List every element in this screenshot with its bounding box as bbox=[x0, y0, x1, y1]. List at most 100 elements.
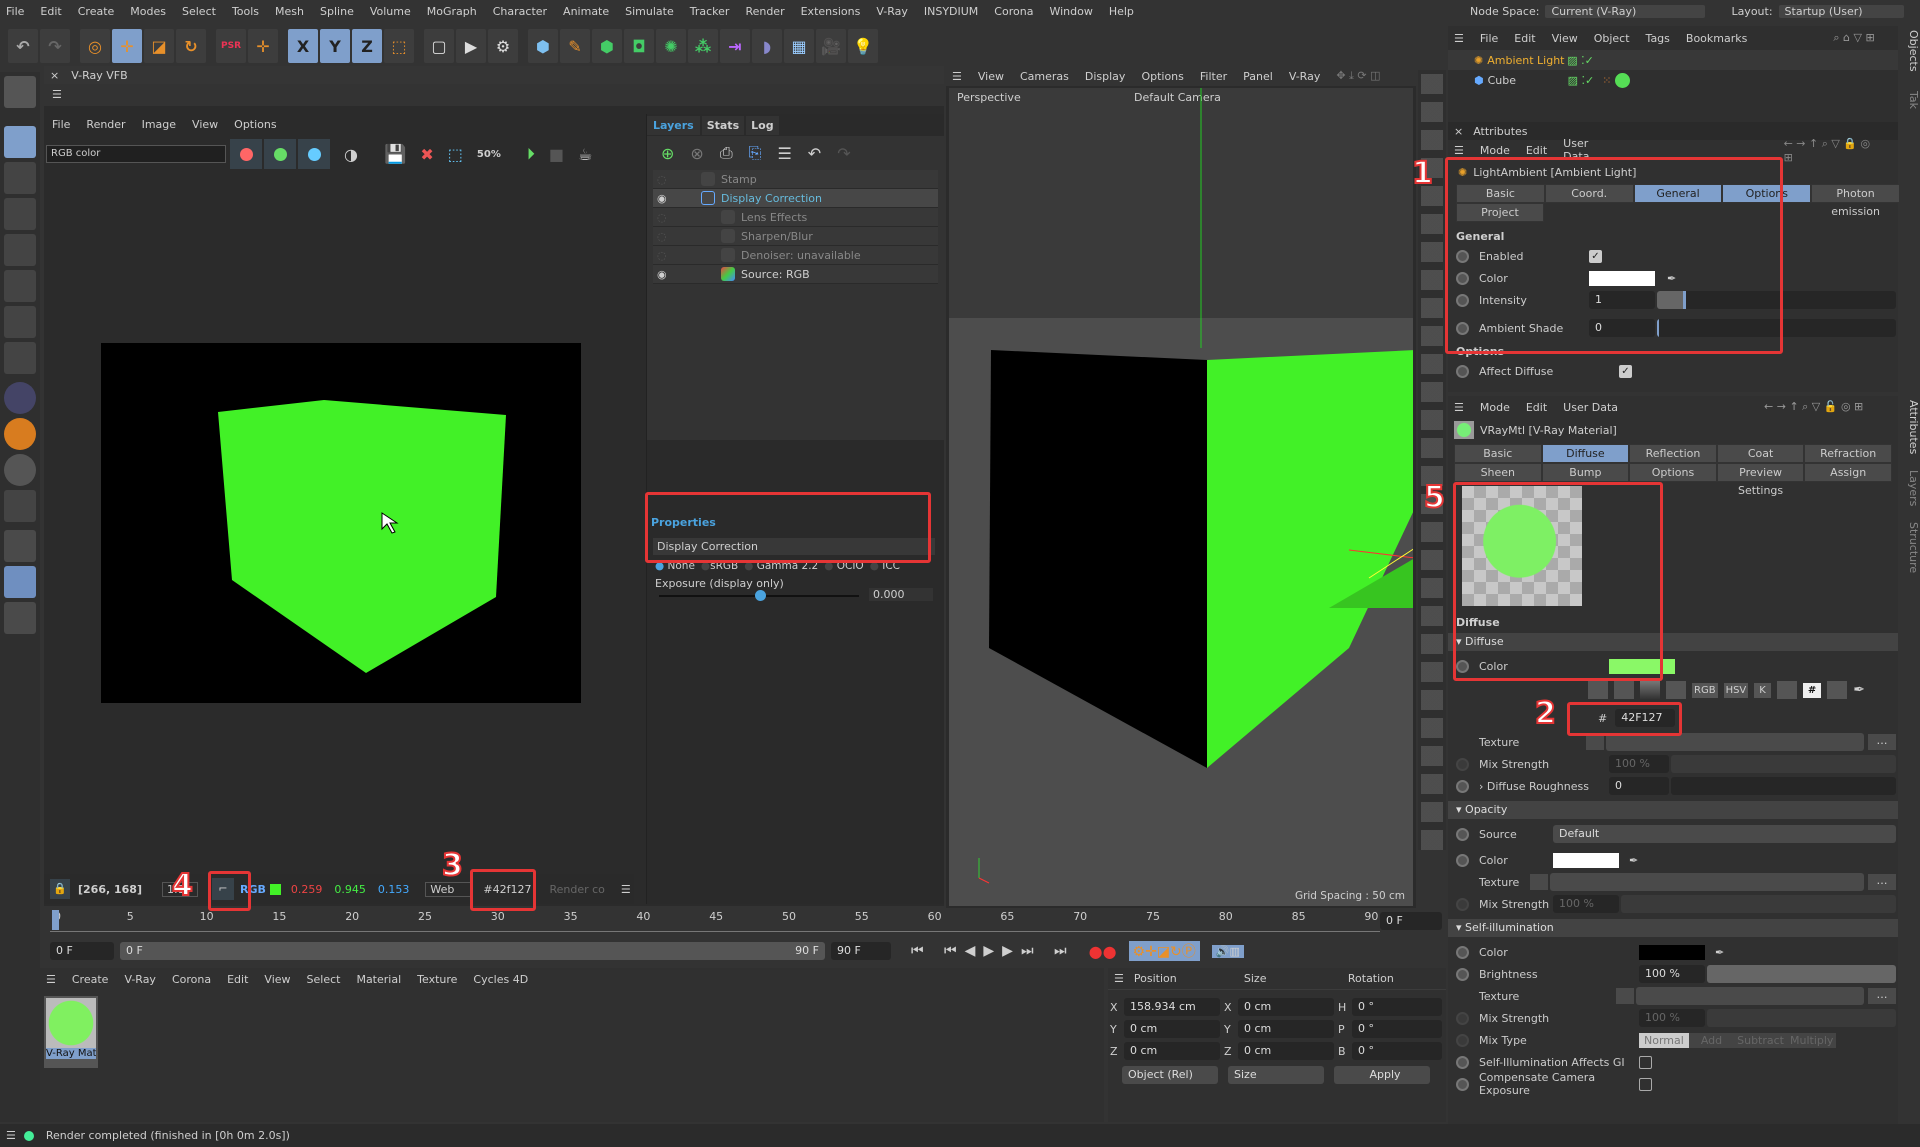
texture-dropdown[interactable] bbox=[1530, 874, 1548, 890]
mat-menu-create[interactable]: Create bbox=[72, 973, 109, 986]
size-mode-select[interactable]: Size bbox=[1228, 1066, 1324, 1084]
group-opacity[interactable]: ▾ Opacity bbox=[1448, 801, 1898, 819]
spectrum-icon[interactable] bbox=[1614, 681, 1634, 699]
record-icon[interactable]: ●● bbox=[1089, 942, 1117, 961]
object-row-ambient-light[interactable]: ✺ Ambient Light ▨ ⁚✓ bbox=[1448, 50, 1898, 70]
menu-file[interactable]: File bbox=[6, 5, 24, 18]
tab-reflection[interactable]: Reflection bbox=[1629, 444, 1717, 463]
snap-grid-icon[interactable] bbox=[4, 454, 36, 486]
viewport-menu-filter[interactable]: Filter bbox=[1200, 70, 1227, 83]
layer-stamp[interactable]: ◌ Stamp bbox=[653, 170, 938, 189]
save-icon[interactable]: 💾 bbox=[384, 144, 406, 165]
viewport-canvas[interactable]: Perspective Default Camera Grid Spacing … bbox=[949, 88, 1413, 906]
eye-icon[interactable]: ◉ bbox=[653, 268, 721, 281]
tab-basic[interactable]: Basic bbox=[1456, 184, 1545, 203]
tab-project[interactable]: Project bbox=[1456, 203, 1544, 222]
vfb-menu-render[interactable]: Render bbox=[86, 118, 125, 131]
psr-icon[interactable]: PSR bbox=[216, 29, 246, 63]
x-axis-icon[interactable]: X bbox=[288, 29, 318, 63]
diffuse-color-swatch[interactable] bbox=[1609, 658, 1675, 674]
tab-general[interactable]: General bbox=[1633, 184, 1723, 203]
cube-icon[interactable]: ⬢ bbox=[528, 29, 558, 63]
menu-select[interactable]: Select bbox=[182, 5, 216, 18]
brightness-slider[interactable] bbox=[1707, 965, 1896, 983]
clear-image-icon[interactable]: ✖ bbox=[420, 145, 433, 164]
menu-create[interactable]: Create bbox=[78, 5, 115, 18]
undo-icon[interactable]: ↶ bbox=[808, 144, 821, 163]
mix-strength-field[interactable]: 100 % bbox=[1609, 755, 1669, 773]
mat-menu-vray[interactable]: V-Ray bbox=[124, 973, 156, 986]
polygons-mode-icon[interactable] bbox=[4, 270, 36, 302]
close-icon[interactable]: × bbox=[1454, 125, 1463, 138]
enabled-checkbox[interactable]: ✓ bbox=[1589, 249, 1602, 263]
z-axis-icon[interactable]: Z bbox=[352, 29, 382, 63]
select-icon[interactable]: ◎ bbox=[80, 29, 110, 63]
wheel-icon[interactable] bbox=[1588, 681, 1608, 699]
symmetry-icon[interactable]: ⇥ bbox=[720, 29, 750, 63]
timeline-ruler[interactable]: 051015202530354045505560657075808590 bbox=[50, 908, 1380, 932]
intensity-field[interactable]: 1 bbox=[1589, 291, 1655, 309]
undo-icon[interactable]: ↶ bbox=[8, 29, 38, 63]
save-layers-icon[interactable]: ⎙ bbox=[720, 143, 733, 163]
visibility-icons[interactable]: ▨ ⁚✓ bbox=[1567, 54, 1594, 67]
radio-srgb[interactable]: ●sRGB bbox=[701, 560, 738, 572]
workplane-icon[interactable] bbox=[4, 76, 36, 108]
affect-diffuse-checkbox[interactable]: ✓ bbox=[1619, 364, 1632, 378]
animate-radio[interactable] bbox=[1456, 853, 1469, 867]
om-menu-tags[interactable]: Tags bbox=[1646, 32, 1670, 45]
size-field[interactable]: 0 cm bbox=[1238, 1042, 1334, 1060]
menu-mesh[interactable]: Mesh bbox=[275, 5, 304, 18]
attr-menu-mode[interactable]: Mode bbox=[1480, 401, 1510, 414]
blue-channel-button[interactable] bbox=[298, 139, 330, 169]
locked-grid-icon[interactable] bbox=[4, 602, 36, 634]
hsv-mode-button[interactable]: HSV bbox=[1723, 682, 1749, 698]
opacity-color-swatch[interactable] bbox=[1553, 852, 1619, 868]
attr-menu-user-data[interactable]: User Data bbox=[1563, 137, 1617, 163]
group-self-illumination[interactable]: ▾ Self-illumination bbox=[1448, 919, 1898, 937]
layer-source-rgb[interactable]: ◉ Source: RGB bbox=[653, 265, 938, 284]
ambient-shade-slider[interactable] bbox=[1657, 319, 1896, 337]
compensate-checkbox[interactable] bbox=[1639, 1077, 1652, 1091]
exposure-field[interactable]: 0.000 bbox=[869, 588, 933, 601]
vfb-menu-image[interactable]: Image bbox=[142, 118, 176, 131]
menu-window[interactable]: Window bbox=[1049, 5, 1092, 18]
rotation-field[interactable]: 0 ° bbox=[1352, 998, 1442, 1016]
close-icon[interactable]: × bbox=[50, 69, 59, 82]
rotate-icon[interactable]: ↻ bbox=[176, 29, 206, 63]
axis-icon[interactable]: ✛ bbox=[248, 29, 278, 63]
workplane-grid-icon[interactable] bbox=[4, 530, 36, 562]
mat-menu-edit[interactable]: Edit bbox=[227, 973, 248, 986]
group-diffuse[interactable]: ▾ Diffuse bbox=[1448, 633, 1898, 651]
color-swatch[interactable] bbox=[1589, 270, 1655, 286]
teapot-icon[interactable]: ☕ bbox=[578, 145, 592, 164]
kelvin-mode-button[interactable]: K bbox=[1754, 682, 1771, 698]
eyedropper-icon[interactable]: ✒ bbox=[1667, 272, 1676, 285]
move-icon[interactable]: ✛ bbox=[112, 29, 142, 63]
vfb-menu-view[interactable]: View bbox=[192, 118, 218, 131]
image-icon[interactable] bbox=[1666, 681, 1686, 699]
lock-icon[interactable]: 🔒 bbox=[50, 879, 70, 899]
zoom-50-icon[interactable]: 50% bbox=[477, 149, 501, 160]
y-axis-icon[interactable]: Y bbox=[320, 29, 350, 63]
animate-radio[interactable] bbox=[1456, 249, 1469, 263]
uv-mode-icon[interactable] bbox=[4, 306, 36, 338]
subdivision-icon[interactable]: ⬢ bbox=[592, 29, 622, 63]
delete-layer-icon[interactable]: ⊗ bbox=[690, 144, 703, 163]
coordinate-system-icon[interactable]: ⬚ bbox=[384, 29, 414, 63]
opacity-texture-slot[interactable] bbox=[1550, 873, 1864, 891]
render-image[interactable] bbox=[101, 343, 581, 703]
eye-hidden-icon[interactable]: ◌ bbox=[653, 173, 701, 186]
hamburger-icon[interactable]: ☰ bbox=[1454, 32, 1464, 45]
menu-tracker[interactable]: Tracker bbox=[690, 5, 730, 18]
mixtype-subtract[interactable]: Subtract bbox=[1734, 1032, 1787, 1048]
add-layer-icon[interactable]: ⊕ bbox=[661, 144, 674, 163]
radio-icc[interactable]: ● ICC bbox=[870, 560, 900, 572]
tab-coord[interactable]: Coord. bbox=[1544, 184, 1634, 203]
attr-menu-edit[interactable]: Edit bbox=[1526, 401, 1547, 414]
tab-coat[interactable]: Coat bbox=[1716, 444, 1805, 463]
model-mode-icon[interactable] bbox=[4, 126, 36, 158]
menu-tools[interactable]: Tools bbox=[232, 5, 259, 18]
tag-icon[interactable]: ⁙ bbox=[1602, 74, 1611, 87]
load-layers-icon[interactable]: ⎘ bbox=[749, 143, 762, 163]
selfillum-color-swatch[interactable] bbox=[1639, 944, 1705, 960]
